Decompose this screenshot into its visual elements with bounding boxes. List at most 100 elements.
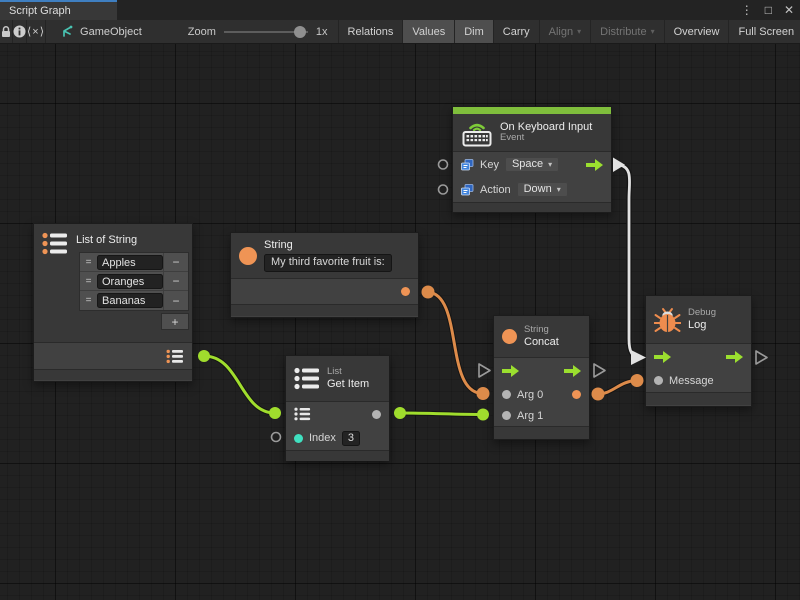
- string-output-port[interactable]: [401, 287, 410, 296]
- node-title: String: [264, 239, 392, 252]
- list-icon: [42, 232, 68, 255]
- node-header: List Get Item: [286, 356, 389, 402]
- add-item-button[interactable]: +: [161, 313, 189, 330]
- node-string-literal[interactable]: String My third favorite fruit is:: [230, 232, 419, 318]
- tab-script-graph[interactable]: Script Graph: [0, 0, 117, 20]
- drag-handle-icon[interactable]: =: [80, 276, 97, 287]
- node-footer: [34, 369, 192, 380]
- close-icon[interactable]: ✕: [784, 0, 794, 20]
- node-on-keyboard-input[interactable]: On Keyboard Input Event Key Space ▾: [452, 106, 612, 213]
- port-row-message: Message: [646, 369, 751, 392]
- flow-output-arrow-icon[interactable]: [726, 351, 743, 363]
- key-dropdown[interactable]: Space ▾: [505, 157, 559, 172]
- log-flow-out-port: [756, 351, 767, 364]
- edit-source-button[interactable]: ⟨×⟩: [27, 20, 46, 43]
- port-row-flow: [494, 358, 589, 384]
- graph-target[interactable]: GameObject: [46, 20, 152, 43]
- node-header: Debug Log: [646, 296, 751, 344]
- window-controls: ⋮ □ ✕: [741, 0, 794, 20]
- chevron-down-icon: ▾: [651, 27, 655, 36]
- message-input-port[interactable]: [654, 376, 663, 385]
- code-icon: ⟨×⟩: [27, 25, 45, 38]
- arg0-input-port[interactable]: [502, 390, 511, 399]
- chevron-down-icon: ▾: [577, 27, 581, 36]
- node-concat[interactable]: String Concat Arg 0 Arg 1: [493, 315, 590, 440]
- list-item-field[interactable]: Oranges: [97, 274, 163, 289]
- flow-output-arrow-icon[interactable]: [586, 159, 603, 171]
- toolbar-button-relations[interactable]: Relations: [339, 20, 404, 43]
- flow-input-arrow-icon[interactable]: [654, 351, 671, 363]
- keyboard-icon: [461, 119, 493, 147]
- flow-output-arrow-icon[interactable]: [564, 365, 581, 377]
- index-value-field[interactable]: 3: [342, 431, 360, 446]
- lock-button[interactable]: [0, 20, 13, 43]
- list-item-row: = Apples −: [80, 253, 188, 272]
- toolbar-button-carry[interactable]: Carry: [494, 20, 540, 43]
- index-input-port[interactable]: [294, 434, 303, 443]
- chevron-down-icon: ▾: [548, 160, 552, 169]
- port-row-action: Action Down ▾: [453, 177, 611, 202]
- unity-visual-scripting-window: Script Graph ⋮ □ ✕ ⟨×⟩ GameObject: [0, 0, 800, 600]
- keycode-icon: [461, 184, 474, 196]
- drag-handle-icon[interactable]: =: [80, 257, 97, 268]
- list-input-port-icon[interactable]: [294, 407, 311, 421]
- port-row-index: Index 3: [286, 426, 389, 450]
- node-title: List of String: [76, 232, 137, 246]
- wire-list-to-getitem: [198, 350, 281, 419]
- toolbar-button-distribute[interactable]: Distribute▾: [591, 20, 664, 43]
- node-list-of-string[interactable]: List of String = Apples − = Oranges − =: [33, 223, 193, 382]
- remove-item-button[interactable]: −: [163, 272, 188, 290]
- node-category: Debug: [688, 308, 716, 319]
- info-icon: [13, 25, 26, 38]
- port-row-string-output: [231, 279, 418, 304]
- result-output-port[interactable]: [572, 390, 581, 399]
- node-footer: [494, 426, 589, 439]
- port-label-arg0: Arg 0: [517, 389, 543, 401]
- port-label-arg1: Arg 1: [517, 410, 543, 422]
- getitem-index-port: [272, 433, 281, 442]
- flow-wire-start-arrow: [613, 158, 625, 173]
- node-header: List of String = Apples − = Oranges − =: [34, 224, 192, 343]
- node-get-item[interactable]: List Get Item Index 3: [285, 355, 390, 461]
- zoom-control: Zoom 1x: [178, 20, 339, 43]
- node-title: Log: [688, 319, 716, 332]
- info-button[interactable]: [13, 20, 27, 43]
- remove-item-button[interactable]: −: [163, 291, 188, 310]
- port-row-list-output: [34, 343, 192, 369]
- arg1-input-port[interactable]: [502, 411, 511, 420]
- wire-string-to-concat: [422, 286, 490, 401]
- port-row-list-input: [286, 402, 389, 426]
- list-item-field[interactable]: Bananas: [97, 293, 163, 308]
- tab-title: Script Graph: [9, 5, 71, 17]
- graph-target-label: GameObject: [80, 26, 142, 38]
- node-debug-log[interactable]: Debug Log Message: [645, 295, 752, 407]
- item-output-port[interactable]: [372, 410, 381, 419]
- more-menu-icon[interactable]: ⋮: [741, 0, 753, 20]
- port-row-key: Key Space ▾: [453, 152, 611, 177]
- toolbar-button-align[interactable]: Align▾: [540, 20, 591, 43]
- node-footer: [646, 392, 751, 405]
- toolbar-button-fullscreen[interactable]: Full Screen: [729, 20, 800, 43]
- toolbar-button-overview[interactable]: Overview: [665, 20, 730, 43]
- graph-canvas[interactable]: On Keyboard Input Event Key Space ▾: [0, 44, 800, 600]
- drag-handle-icon[interactable]: =: [80, 295, 97, 306]
- toolbar-button-dim[interactable]: Dim: [455, 20, 494, 43]
- remove-item-button[interactable]: −: [163, 253, 188, 271]
- port-row-arg0: Arg 0: [494, 384, 589, 405]
- maximize-icon[interactable]: □: [765, 0, 772, 20]
- list-output-port-icon[interactable]: [166, 349, 184, 364]
- list-item-field[interactable]: Apples: [97, 255, 163, 270]
- zoom-slider-handle[interactable]: [294, 26, 306, 38]
- concat-flow-out-port: [594, 364, 605, 377]
- toolbar-button-values[interactable]: Values: [403, 20, 455, 43]
- string-value-field[interactable]: My third favorite fruit is:: [264, 254, 392, 272]
- flow-input-arrow-icon[interactable]: [502, 365, 519, 377]
- zoom-value: 1x: [316, 26, 328, 38]
- action-dropdown[interactable]: Down ▾: [517, 182, 568, 197]
- list-editor: = Apples − = Oranges − = Bananas −: [79, 252, 189, 311]
- graph-toolbar: ⟨×⟩ GameObject Zoom 1x Relations Values …: [0, 20, 800, 44]
- zoom-slider[interactable]: [224, 25, 308, 39]
- string-type-icon: [502, 329, 517, 344]
- port-row-arg1: Arg 1: [494, 405, 589, 426]
- port-label-message: Message: [669, 375, 714, 387]
